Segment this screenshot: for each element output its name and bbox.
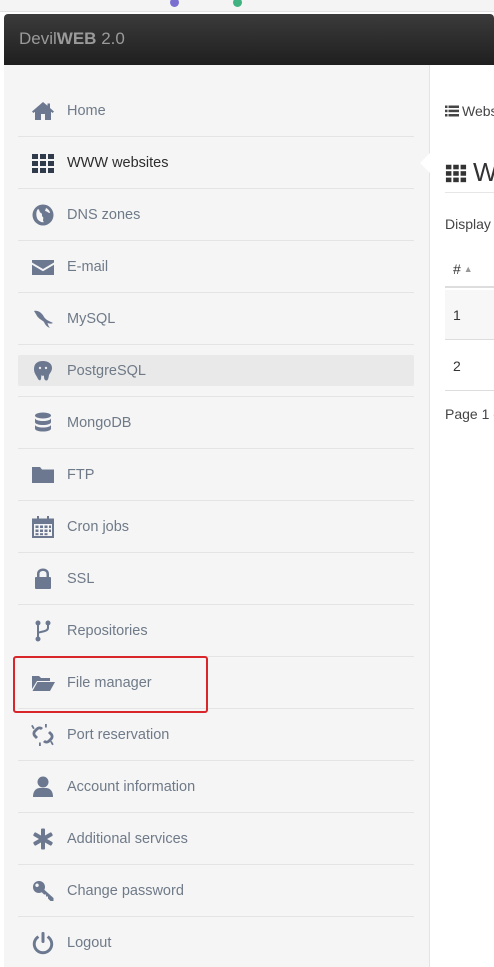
sidebar-item-label: Repositories: [67, 622, 148, 639]
browser-tab-strip: [0, 0, 494, 12]
code-fork-icon: [30, 618, 56, 644]
sidebar-item-label: Logout: [67, 935, 112, 951]
sidebar-item-label: Additional services: [67, 830, 188, 847]
user-icon: [30, 774, 56, 800]
sidebar-item-label: E-mail: [67, 258, 109, 275]
globe-icon: [30, 202, 56, 228]
postgresql-elephant-icon: [30, 358, 56, 384]
row-number: 1: [453, 306, 461, 323]
sidebar-item-e-mail[interactable]: E-mail: [18, 241, 414, 293]
asterisk-icon: [30, 826, 56, 852]
breadcrumb[interactable]: Webs: [445, 103, 494, 119]
sidebar-item-label: WWW websites: [67, 154, 169, 171]
sidebar-item-change-password[interactable]: Change password: [18, 865, 414, 917]
sidebar-item-home[interactable]: Home: [18, 85, 414, 137]
sidebar: Home WWW websites DNS zones E-mail MySQL…: [4, 65, 432, 967]
lock-icon: [30, 566, 56, 592]
display-length-label: Display: [445, 216, 491, 232]
page-title-text: W: [473, 157, 494, 187]
sidebar-item-mysql[interactable]: MySQL: [18, 293, 414, 345]
sidebar-item-logout[interactable]: Logout: [18, 917, 414, 967]
mysql-dolphin-icon: [30, 306, 56, 332]
sidebar-item-mongodb[interactable]: MongoDB: [18, 397, 414, 449]
breadcrumb-label: Webs: [462, 103, 494, 119]
sidebar-item-ssl[interactable]: SSL: [18, 553, 414, 605]
table-header-number[interactable]: # ▲: [445, 251, 494, 288]
sidebar-item-label: PostgreSQL: [67, 362, 146, 379]
page-title: W: [445, 153, 494, 193]
chain-broken-icon: [30, 722, 56, 748]
main-content: Webs W Display #▲ 1 2 Page 1 o: [431, 65, 494, 967]
sidebar-item-label: Change password: [67, 882, 184, 899]
list-icon: [445, 105, 459, 117]
sidebar-item-port-reservation[interactable]: Port reservation: [18, 709, 414, 761]
sidebar-item-label: SSL: [67, 570, 95, 587]
calendar-icon: [30, 514, 56, 540]
sidebar-item-ftp[interactable]: FTP: [18, 449, 414, 501]
sidebar-item-repositories[interactable]: Repositories: [18, 605, 414, 657]
tab-favicon: [233, 0, 242, 7]
power-icon: [30, 930, 56, 956]
brand-logo[interactable]: DevilWEB 2.0: [19, 29, 125, 49]
table-row[interactable]: 2: [445, 341, 494, 391]
sidebar-item-additional-services[interactable]: Additional services: [18, 813, 414, 865]
file-manager-highlight-box: [13, 656, 208, 713]
grid-icon: [30, 150, 56, 176]
grid-icon: [445, 164, 467, 182]
home-icon: [30, 98, 56, 124]
table-row[interactable]: 1: [445, 290, 494, 340]
sidebar-item-label: MongoDB: [67, 414, 132, 431]
sidebar-item-label: Port reservation: [67, 726, 170, 743]
envelope-icon: [30, 254, 56, 280]
sidebar-item-label: DNS zones: [67, 206, 141, 223]
tab-favicon: [170, 0, 179, 7]
pagination-info: Page 1 o: [445, 406, 494, 422]
sidebar-item-label: MySQL: [67, 310, 116, 327]
sidebar-item-account-information[interactable]: Account information: [18, 761, 414, 813]
folder-icon: [30, 462, 56, 488]
sidebar-item-postgresql[interactable]: PostgreSQL: [18, 345, 414, 397]
sidebar-menu: Home WWW websites DNS zones E-mail MySQL…: [18, 85, 432, 967]
sidebar-item-dns-zones[interactable]: DNS zones: [18, 189, 414, 241]
database-icon: [30, 410, 56, 436]
sidebar-item-www-websites[interactable]: WWW websites: [18, 137, 432, 189]
sidebar-item-label: Account information: [67, 778, 196, 795]
sidebar-item-cron-jobs[interactable]: Cron jobs: [18, 501, 414, 553]
sort-asc-icon: ▲: [463, 264, 473, 274]
sidebar-item-label: Home: [67, 102, 106, 119]
sidebar-item-label: Cron jobs: [67, 518, 130, 535]
sidebar-item-label: FTP: [67, 466, 95, 483]
top-navbar: DevilWEB 2.0: [4, 14, 494, 65]
row-number: 2: [453, 357, 461, 374]
column-header-label: #: [453, 261, 461, 277]
key-icon: [30, 878, 56, 904]
